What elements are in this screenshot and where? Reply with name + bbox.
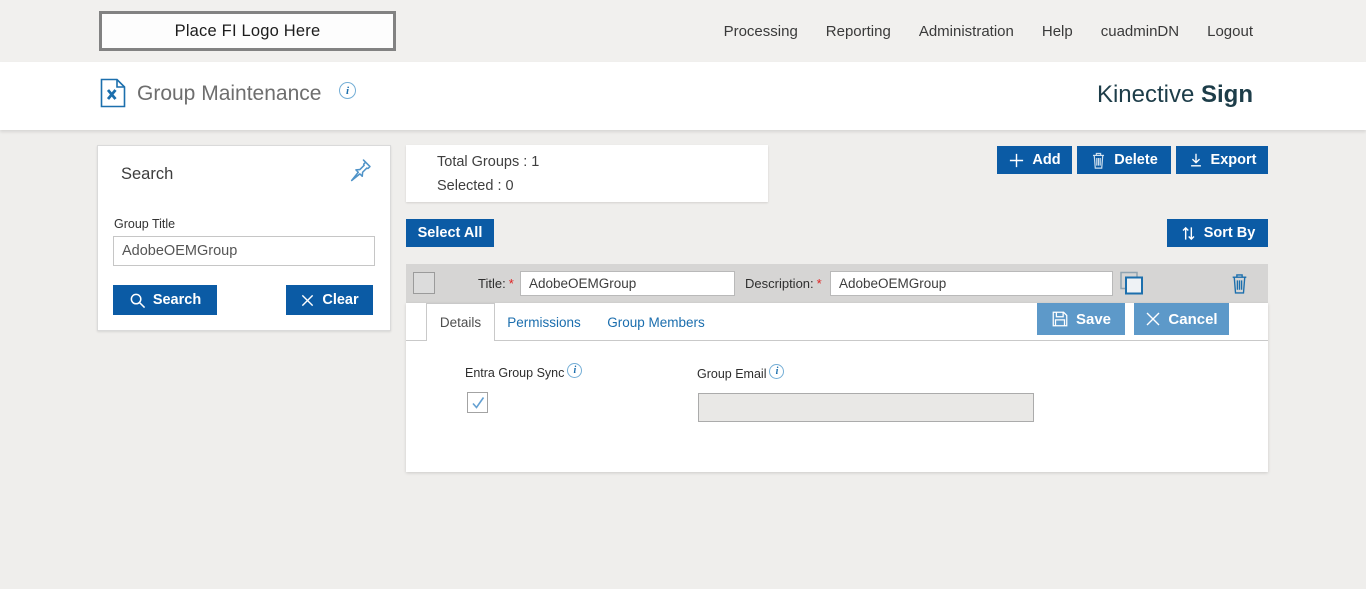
selected-count: Selected : 0 bbox=[437, 178, 514, 194]
delete-button-label: Delete bbox=[1114, 152, 1158, 168]
clear-button-label: Clear bbox=[322, 292, 358, 308]
download-icon bbox=[1188, 152, 1204, 168]
nav-reporting[interactable]: Reporting bbox=[826, 23, 891, 40]
add-button-label: Add bbox=[1032, 152, 1060, 168]
search-button-label: Search bbox=[153, 292, 201, 308]
trash-icon bbox=[1090, 151, 1107, 170]
search-panel: Search Group Title Search Clear bbox=[97, 145, 391, 331]
brand-logo: Kinective Sign bbox=[1097, 81, 1253, 109]
cancel-button-label: Cancel bbox=[1168, 311, 1217, 328]
nav-processing[interactable]: Processing bbox=[724, 23, 798, 40]
brand-bold: Sign bbox=[1201, 81, 1253, 108]
save-icon bbox=[1051, 310, 1069, 328]
checkmark-icon bbox=[469, 394, 487, 412]
tab-permissions[interactable]: Permissions bbox=[501, 303, 587, 341]
tab-group-members[interactable]: Group Members bbox=[604, 303, 708, 341]
group-email-input bbox=[698, 393, 1034, 422]
sort-arrows-icon bbox=[1180, 225, 1197, 242]
required-marker: * bbox=[509, 276, 514, 291]
nav-logout[interactable]: Logout bbox=[1207, 23, 1253, 40]
email-info-icon[interactable]: i bbox=[769, 364, 784, 379]
required-marker: * bbox=[817, 276, 822, 291]
clear-button[interactable]: Clear bbox=[286, 285, 373, 315]
group-title-input[interactable] bbox=[113, 236, 375, 266]
nav-user-cuadmindn[interactable]: cuadminDN bbox=[1101, 23, 1179, 40]
top-nav: Processing Reporting Administration Help… bbox=[724, 0, 1253, 62]
fi-logo-placeholder: Place FI Logo Here bbox=[99, 11, 396, 51]
selected-value: 0 bbox=[506, 178, 514, 194]
plus-icon bbox=[1008, 152, 1025, 169]
detail-panel: Details Permissions Group Members Save C… bbox=[406, 303, 1268, 472]
sort-by-button[interactable]: Sort By bbox=[1167, 219, 1268, 247]
x-icon bbox=[1145, 311, 1161, 327]
search-icon bbox=[129, 292, 146, 309]
group-maintenance-icon bbox=[100, 78, 126, 108]
delete-button[interactable]: Delete bbox=[1077, 146, 1171, 174]
row-select-checkbox[interactable] bbox=[413, 272, 435, 294]
tab-details[interactable]: Details bbox=[426, 303, 495, 341]
nav-help[interactable]: Help bbox=[1042, 23, 1073, 40]
summary-box: Total Groups : 1 Selected : 0 bbox=[406, 145, 768, 202]
save-button[interactable]: Save bbox=[1037, 303, 1125, 335]
entra-group-sync-label: Entra Group Sync i bbox=[465, 366, 582, 380]
export-button[interactable]: Export bbox=[1176, 146, 1268, 174]
title-input[interactable] bbox=[520, 271, 735, 296]
entra-info-icon[interactable]: i bbox=[567, 363, 582, 378]
description-input[interactable] bbox=[830, 271, 1113, 296]
group-row: Title:* Description:* bbox=[406, 264, 1268, 303]
export-button-label: Export bbox=[1211, 152, 1257, 168]
save-button-label: Save bbox=[1076, 311, 1111, 328]
total-groups-value: 1 bbox=[531, 154, 539, 170]
brand-regular: Kinective bbox=[1097, 81, 1194, 108]
group-email-label: Group Email i bbox=[697, 367, 784, 381]
description-label: Description:* bbox=[745, 276, 822, 291]
title-label: Title:* bbox=[478, 276, 514, 291]
page-header: Group Maintenance i Kinective Sign bbox=[0, 62, 1366, 130]
add-button[interactable]: Add bbox=[997, 146, 1072, 174]
copy-icon[interactable] bbox=[1117, 269, 1147, 299]
group-title-label: Group Title bbox=[114, 217, 175, 231]
page-title: Group Maintenance bbox=[137, 82, 321, 106]
entra-group-sync-checkbox[interactable] bbox=[467, 392, 488, 413]
total-groups-count: Total Groups : 1 bbox=[437, 154, 539, 170]
page-info-icon[interactable]: i bbox=[339, 82, 356, 99]
cancel-button[interactable]: Cancel bbox=[1134, 303, 1229, 335]
x-icon bbox=[300, 293, 315, 308]
row-delete-icon[interactable] bbox=[1229, 271, 1250, 296]
pin-icon[interactable] bbox=[347, 157, 373, 183]
sort-by-label: Sort By bbox=[1204, 225, 1256, 241]
select-all-button[interactable]: Select All bbox=[406, 219, 494, 247]
search-button[interactable]: Search bbox=[113, 285, 217, 315]
topbar: Place FI Logo Here Processing Reporting … bbox=[0, 0, 1366, 62]
fi-logo-text: Place FI Logo Here bbox=[175, 22, 321, 41]
search-panel-title: Search bbox=[121, 165, 173, 184]
nav-administration[interactable]: Administration bbox=[919, 23, 1014, 40]
select-all-label: Select All bbox=[418, 225, 483, 241]
app-screen: Place FI Logo Here Processing Reporting … bbox=[0, 0, 1366, 589]
